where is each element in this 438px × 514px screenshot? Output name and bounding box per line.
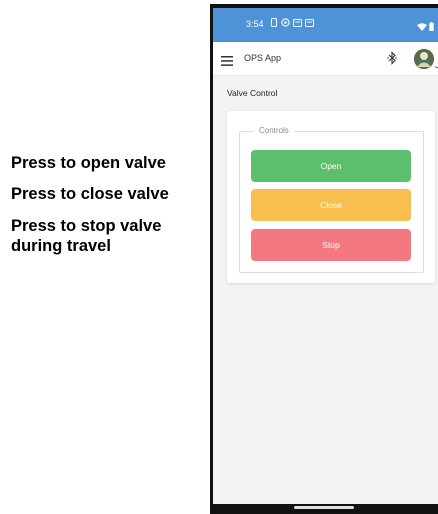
stop-button[interactable]: Stop	[251, 229, 411, 261]
valve-control-card: Controls Open Close Stop	[227, 111, 435, 283]
app-title: OPS App	[244, 53, 282, 63]
annotation-stop-line2: during travel	[11, 237, 111, 255]
menu-icon[interactable]	[221, 53, 233, 66]
status-left-icons	[269, 17, 314, 28]
wifi-icon	[417, 18, 427, 36]
sim-icon	[269, 17, 278, 28]
phone-frame: 3:54 OPS App Valve Control Controls Open…	[210, 4, 438, 514]
battery-icon	[429, 18, 434, 36]
annotation-open: Press to open valve	[11, 154, 166, 172]
avatar[interactable]	[414, 49, 434, 69]
bluetooth-icon[interactable]	[387, 51, 397, 65]
controls-legend: Controls	[254, 126, 294, 135]
home-indicator[interactable]	[294, 506, 354, 509]
app-bar: OPS App	[213, 42, 438, 76]
target-icon	[281, 17, 290, 28]
annotation-close: Press to close valve	[11, 185, 169, 203]
status-right-icons	[417, 18, 434, 36]
close-button[interactable]: Close	[251, 189, 411, 221]
nav-bar	[210, 504, 438, 514]
open-button[interactable]: Open	[251, 150, 411, 182]
annotation-stop: Press to stop valve during travel	[11, 216, 161, 256]
status-time: 3:54	[246, 19, 264, 29]
controls-fieldset: Controls Open Close Stop	[239, 126, 424, 273]
page-title: Valve Control	[227, 88, 278, 98]
cast-icon	[293, 17, 302, 28]
cast-icon	[305, 17, 314, 28]
annotation-stop-line1: Press to stop valve	[11, 217, 162, 235]
status-bar: 3:54	[213, 8, 438, 42]
phone-screen: 3:54 OPS App Valve Control Controls Open…	[213, 8, 438, 508]
